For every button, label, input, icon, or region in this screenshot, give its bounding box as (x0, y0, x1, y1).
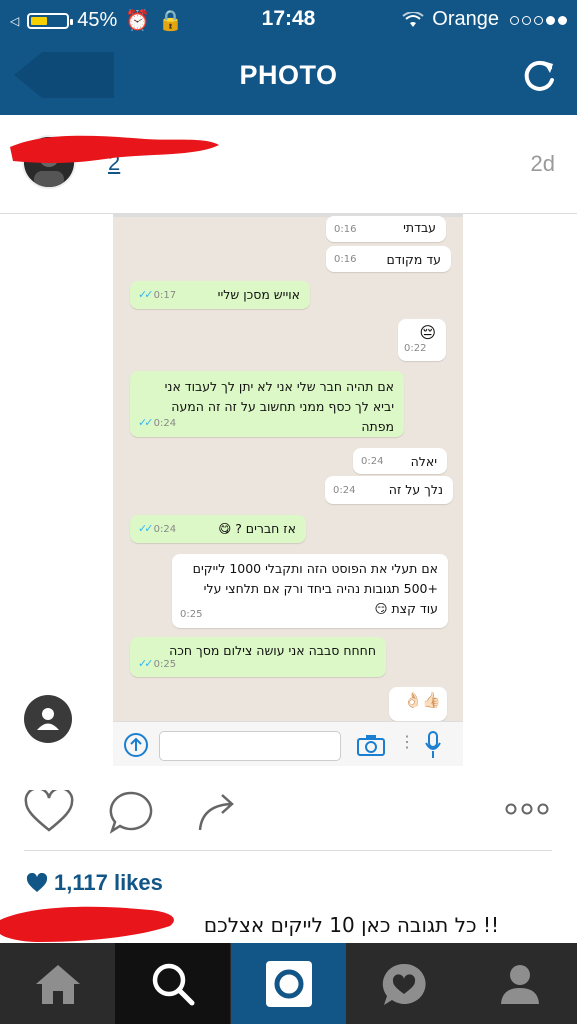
chat-input-bar: ⋮ (113, 721, 463, 766)
chat-bubble-out: חחחח סבבה אני עושה צילום מסך חכה ✓✓ 0:25 (130, 637, 386, 677)
chat-text: 👍🏻👌🏻 (403, 691, 441, 709)
profile-icon (500, 964, 539, 1004)
chat-text: יאלה (410, 454, 437, 469)
search-icon (152, 963, 194, 1005)
chat-time: 0:24 (361, 456, 384, 467)
chat-text: אז חברים ? 😋 (218, 521, 296, 536)
chat-time: 0:16 (334, 254, 357, 265)
caption-text: !! כל תגובה כאן 10 לייקים אצלכם (203, 913, 499, 937)
tab-profile[interactable] (462, 943, 577, 1024)
camera-icon (265, 960, 312, 1007)
status-bar: ◁ 45% ⏰ 🔒 17:48 Orange (0, 0, 577, 38)
redaction-scribble (0, 906, 174, 942)
read-receipt-icon: ✓✓ (138, 288, 154, 301)
chat-bubble-out: אוייש מסכן שליי ✓✓ 0:17 (130, 281, 310, 309)
chat-text: חחחח סבבה אני עושה צילום מסך חכה (169, 643, 376, 658)
chat-bubble-in: יאלה 0:24 (353, 448, 447, 474)
chat-bubble-in: 👍🏻👌🏻 (389, 687, 447, 721)
carrier-name: Orange (432, 8, 499, 30)
comment-icon[interactable] (108, 790, 154, 834)
nav-bar: PHOTO (0, 38, 577, 115)
status-right: Orange (402, 8, 567, 31)
chat-time: 0:24 (153, 418, 177, 429)
tab-camera[interactable] (231, 943, 346, 1024)
page-title: PHOTO (239, 60, 338, 90)
post-header: 2 2d (0, 115, 577, 214)
more-icon[interactable] (504, 802, 550, 816)
refresh-icon[interactable] (519, 56, 559, 96)
chat-message-field (159, 731, 341, 761)
post-photo[interactable]: עבדתי 0:16 עד מקודם 0:16 אוייש מסכן שליי… (113, 213, 463, 766)
chat-bubble-in: עבדתי 0:16 (326, 216, 446, 242)
tagged-people-icon[interactable] (24, 695, 72, 743)
chat-text: אוייש מסכן שליי (217, 287, 300, 302)
chat-time: 0:16 (334, 224, 357, 235)
chat-time: 0:24 (333, 485, 356, 496)
chat-time: 0:25 (180, 609, 203, 620)
chat-bubble-out: אז חברים ? 😋 ✓✓ 0:24 (130, 515, 306, 543)
home-icon (35, 964, 80, 1004)
tab-search[interactable] (115, 943, 230, 1024)
chat-time: 0:22 (404, 343, 427, 354)
post-time: 2d (530, 151, 555, 176)
post-actions (0, 780, 577, 840)
heart-icon[interactable] (24, 790, 74, 834)
chat-time: 0:24 (153, 524, 177, 535)
heart-filled-icon (26, 873, 48, 892)
likes-count[interactable]: 1,117 likes (26, 870, 163, 896)
chat-bubble-in: עד מקודם 0:16 (326, 246, 451, 272)
likes-text: 1,117 likes (54, 870, 163, 895)
chat-text: עבדתי (403, 220, 436, 235)
camera-icon (357, 735, 385, 756)
share-up-icon (124, 733, 148, 757)
chat-text: אם תעלי את הפוסט הזה ותקבלי 1000 לייקים … (192, 561, 438, 616)
chat-time: 0:25 (153, 659, 177, 670)
chat-text: עד מקודם (386, 252, 441, 267)
signal-strength-icon (507, 8, 567, 31)
chat-bubble-in: אם תעלי את הפוסט הזה ותקבלי 1000 לייקים … (172, 554, 448, 628)
share-icon[interactable] (196, 790, 236, 832)
microphone-icon (425, 731, 441, 758)
chat-bubble-in: נלך על זה 0:24 (325, 476, 453, 504)
activity-icon (382, 963, 426, 1005)
bottom-tab-bar (0, 943, 577, 1024)
chat-time: 0:17 (153, 290, 177, 301)
separator-dots: ⋮ (399, 734, 415, 751)
tab-activity[interactable] (346, 943, 461, 1024)
read-receipt-icon: ✓✓ (138, 416, 154, 429)
divider (24, 850, 552, 851)
chat-bubble-in: 😔 0:22 (398, 319, 446, 361)
chat-text: אם תהיה חבר שלי אני לא יתן לך לעבוד אני … (164, 379, 394, 434)
chat-text: נלך על זה (388, 482, 443, 497)
read-receipt-icon: ✓✓ (138, 522, 154, 535)
tab-home[interactable] (0, 943, 115, 1024)
chat-bubble-out: אם תהיה חבר שלי אני לא יתן לך לעבוד אני … (130, 371, 404, 437)
wifi-icon (402, 11, 424, 27)
read-receipt-icon: ✓✓ (138, 657, 154, 670)
redaction-scribble (10, 135, 219, 163)
